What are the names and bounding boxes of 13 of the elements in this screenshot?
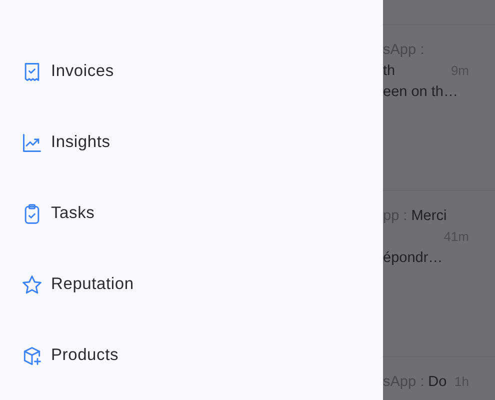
message-text: th — [383, 62, 396, 78]
star-icon — [21, 274, 43, 296]
drawer-item[interactable]: Tasks — [51, 204, 95, 223]
chart-icon — [21, 132, 43, 154]
drawer-item[interactable]: Reputation — [51, 275, 134, 294]
message-text: een on th… — [383, 84, 458, 100]
message-text: épondr… — [383, 250, 443, 266]
message-preview: Do — [427, 374, 447, 390]
drawer-item[interactable]: Insights — [51, 133, 110, 152]
drawer-item[interactable]: Products — [51, 346, 119, 365]
message-preview: Merci — [410, 208, 447, 224]
box-icon — [21, 344, 43, 366]
drawer-item[interactable]: Invoices — [51, 62, 114, 81]
